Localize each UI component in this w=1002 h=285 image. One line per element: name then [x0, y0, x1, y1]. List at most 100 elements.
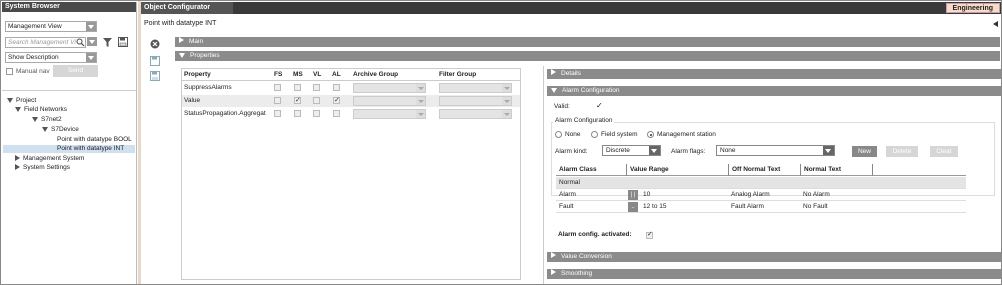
- col-value-range[interactable]: Value Range: [626, 164, 669, 176]
- new-button[interactable]: New: [852, 146, 877, 157]
- collapse-arrow-icon[interactable]: [993, 21, 998, 27]
- save-icon[interactable]: [150, 56, 160, 66]
- checkbox-al[interactable]: [333, 95, 340, 107]
- search-input[interactable]: Search Management Vi: [5, 37, 86, 48]
- filter-group-select[interactable]: [439, 83, 512, 93]
- clear-button[interactable]: Clear: [930, 146, 958, 157]
- checkbox-fs[interactable]: [274, 97, 281, 104]
- filter-group-select[interactable]: [439, 109, 512, 119]
- tree-collapse-icon[interactable]: [32, 116, 38, 122]
- manual-nav-checkbox[interactable]: [6, 68, 13, 75]
- section-main[interactable]: Main: [175, 37, 1000, 47]
- filter-group-select[interactable]: [439, 96, 512, 106]
- alarm-kind-select[interactable]: Discrete: [602, 145, 661, 156]
- collapse-arrow-icon: [179, 52, 185, 58]
- chevron-down-icon: [87, 37, 97, 46]
- collapse-arrow-icon: [551, 87, 557, 93]
- alarm-flags-label: Alarm flags:: [671, 148, 706, 155]
- radio-management-station[interactable]: [647, 131, 654, 138]
- table-row[interactable]: SuppressAlarms: [182, 82, 520, 94]
- view-select[interactable]: Management View: [5, 21, 97, 32]
- tree-collapse-icon[interactable]: [7, 97, 13, 103]
- checkbox-al[interactable]: [333, 84, 340, 91]
- section-details[interactable]: Details: [547, 69, 1001, 79]
- checkbox-al[interactable]: [333, 110, 340, 117]
- table-row[interactable]: StatusPropagation.Aggregat: [182, 108, 520, 120]
- checkbox-ms[interactable]: [294, 95, 301, 107]
- tree-expand-icon[interactable]: [15, 164, 20, 171]
- checkbox-vl[interactable]: [313, 97, 320, 104]
- tree-item[interactable]: System Settings: [15, 164, 70, 172]
- alarm-flags-select[interactable]: None: [716, 145, 835, 156]
- delete-button[interactable]: Delete: [886, 146, 918, 157]
- engineering-mode-badge[interactable]: Engineering: [945, 3, 1000, 13]
- section-smoothing[interactable]: Smoothing: [547, 269, 1001, 279]
- tree-item[interactable]: S7Device: [42, 126, 79, 134]
- tree-item[interactable]: S7net2: [32, 116, 62, 124]
- system-browser-title: System Browser: [2, 2, 136, 12]
- object-configurator-pane: Object Configurator Engineering Point wi…: [141, 2, 1001, 284]
- tree-item[interactable]: Project: [7, 97, 36, 105]
- search-dropdown-button[interactable]: [86, 37, 97, 48]
- tab-object-configurator[interactable]: Object Configurator: [141, 2, 233, 14]
- tree-item-label: System Settings: [23, 164, 70, 171]
- search-icon[interactable]: [76, 38, 85, 47]
- radio-none[interactable]: [555, 131, 562, 138]
- col-alarm-class[interactable]: Alarm Class: [556, 164, 597, 176]
- checkbox-fs[interactable]: [274, 84, 281, 91]
- checkbox-vl[interactable]: [313, 110, 320, 117]
- property-table-header: Property FS MS VL AL Archive Group Filte…: [182, 69, 520, 81]
- archive-group-select[interactable]: [353, 96, 426, 106]
- tree-collapse-icon[interactable]: [42, 126, 48, 132]
- col-al[interactable]: AL: [332, 69, 341, 81]
- tree-item[interactable]: Management System: [15, 155, 84, 163]
- archive-group-select[interactable]: [353, 83, 426, 93]
- checkbox-ms[interactable]: [294, 84, 301, 91]
- table-row[interactable]: Normal: [556, 177, 966, 189]
- app-window: System Browser Management View Search Ma…: [0, 0, 1002, 285]
- section-details-label: Details: [561, 70, 581, 77]
- save-all-icon[interactable]: [150, 71, 160, 81]
- col-fs[interactable]: FS: [274, 69, 282, 81]
- alarm-activated-checkbox[interactable]: [646, 230, 653, 239]
- send-button[interactable]: Send: [53, 65, 98, 77]
- close-circle-icon[interactable]: [150, 39, 160, 49]
- expand-arrow-icon: [179, 37, 184, 43]
- property-name: StatusPropagation.Aggregat: [184, 110, 266, 117]
- col-archive-group[interactable]: Archive Group: [353, 69, 398, 81]
- table-row[interactable]: Fault.. 12 to 15 Fault Alarm No Fault: [556, 201, 966, 213]
- tree-expand-icon[interactable]: [15, 155, 20, 162]
- tree-item[interactable]: Point with datatype BOOL: [57, 136, 132, 144]
- col-ms[interactable]: MS: [293, 69, 303, 81]
- value-range-button[interactable]: ..: [628, 202, 638, 212]
- chevron-down-icon: [649, 146, 660, 155]
- table-row[interactable]: Alarm | | 10 Analog Alarm No Alarm: [556, 189, 966, 201]
- radio-none-label: None: [565, 131, 581, 138]
- description-select[interactable]: Show Description: [5, 52, 97, 63]
- table-row[interactable]: Value: [182, 95, 520, 107]
- radio-field-system[interactable]: [591, 131, 598, 138]
- checkbox-vl[interactable]: [313, 84, 320, 91]
- value-range-button[interactable]: | |: [628, 190, 638, 200]
- filter-icon[interactable]: [103, 38, 112, 47]
- section-smoothing-label: Smoothing: [561, 270, 593, 277]
- col-property[interactable]: Property: [184, 69, 211, 81]
- archive-group-select[interactable]: [353, 109, 426, 119]
- alarm-kind-label: Alarm kind:: [555, 148, 588, 155]
- col-off-normal-text[interactable]: Off Normal Text: [728, 164, 780, 176]
- col-vl[interactable]: VL: [313, 69, 321, 81]
- save-icon[interactable]: [118, 37, 128, 47]
- col-normal-text[interactable]: Normal Text: [800, 164, 841, 176]
- section-value-conversion[interactable]: Value Conversion: [547, 252, 1001, 262]
- tree-item[interactable]: Field Networks: [15, 106, 67, 114]
- section-properties[interactable]: Properties: [175, 51, 1000, 61]
- tree-item-label: Point with datatype INT: [57, 145, 125, 152]
- tree-item[interactable]: Point with datatype INT: [3, 145, 135, 153]
- chevron-down-icon: [502, 97, 511, 105]
- valid-checkbox[interactable]: ✓: [596, 101, 603, 110]
- checkbox-ms[interactable]: [294, 110, 301, 117]
- tree-collapse-icon[interactable]: [15, 106, 21, 112]
- section-alarm-configuration[interactable]: Alarm Configuration: [547, 86, 1001, 96]
- checkbox-fs[interactable]: [274, 110, 281, 117]
- col-filter-group[interactable]: Filter Group: [439, 69, 476, 81]
